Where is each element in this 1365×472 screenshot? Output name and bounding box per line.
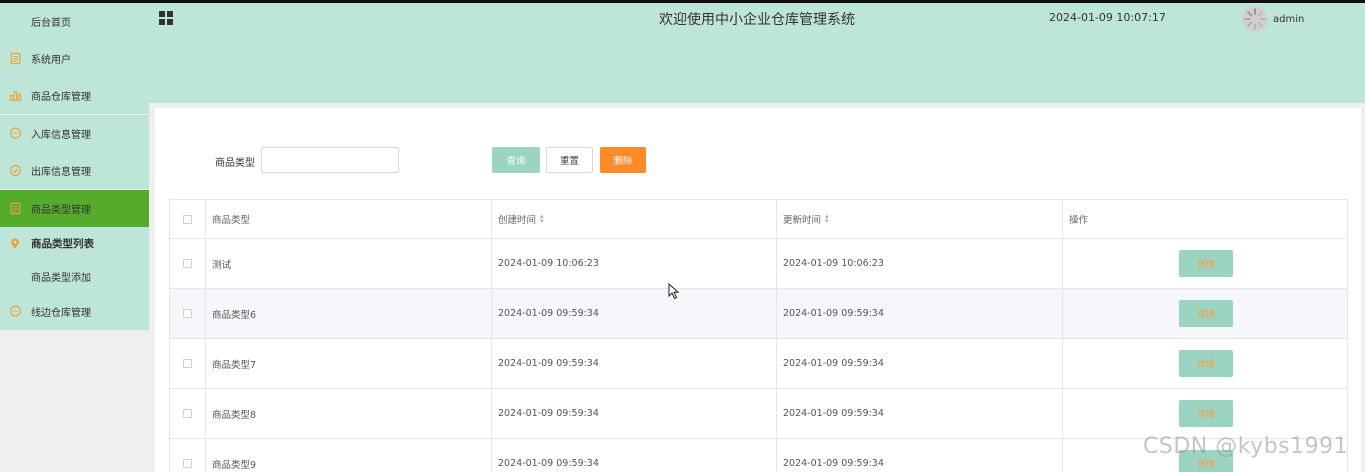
sidebar-item-label: 商品类型管理 <box>31 205 91 216</box>
detail-button[interactable]: 详情 <box>1179 300 1233 327</box>
created-cell: 2024-01-09 09:59:34 <box>492 339 777 388</box>
username[interactable]: admin <box>1273 14 1304 25</box>
check-circle-icon <box>8 164 22 178</box>
row-checkbox[interactable] <box>183 309 192 318</box>
action-cell: 详情 <box>1063 389 1347 438</box>
goods-type-table: 商品类型 创建时间 ▴ ▾ 更新时间 ▴ ▾ 操作 测试 2024-01-09 10:0… <box>169 199 1348 472</box>
action-cell: 详情 <box>1063 339 1347 388</box>
updated-cell: 2024-01-09 10:06:23 <box>777 239 1063 288</box>
reset-button[interactable]: 重置 <box>546 147 593 173</box>
row-checkbox[interactable] <box>183 259 192 268</box>
column-header-label: 商品类型 <box>212 215 251 226</box>
column-header-type: 商品类型 <box>206 200 492 238</box>
sidebar-item-dashboard[interactable]: 后台首页 <box>0 3 149 40</box>
type-cell: 商品类型9 <box>206 439 492 472</box>
mouse-cursor-icon <box>668 282 680 304</box>
bar-chart-icon <box>8 89 22 103</box>
column-header-actions: 操作 <box>1063 200 1347 238</box>
sidebar-item-system-users[interactable]: 系统用户 <box>0 40 149 77</box>
row-checkbox[interactable] <box>183 459 192 468</box>
row-select-cell <box>170 389 206 438</box>
table-row: 商品类型7 2024-01-09 09:59:34 2024-01-09 09:… <box>170 339 1347 389</box>
sidebar-item-label: 线边仓库管理 <box>31 308 91 319</box>
type-cell: 商品类型6 <box>206 289 492 338</box>
location-pin-icon <box>8 237 22 250</box>
detail-button[interactable]: 详情 <box>1179 250 1233 277</box>
select-all-checkbox[interactable] <box>183 214 192 224</box>
watermark: CSDN @kybs1991 <box>1143 434 1349 459</box>
header-datetime: 2024-01-09 10:07:17 <box>1049 11 1166 24</box>
created-cell: 2024-01-09 10:06:23 <box>492 239 777 288</box>
column-header-label: 操作 <box>1069 215 1089 226</box>
sidebar-item-goods-warehouse[interactable]: 商品仓库管理 <box>0 77 149 114</box>
main-panel: 商品类型 查询 重置 删除 商品类型 创建时间 ▴ ▾ 更新时间 ▴ ▾ 操作 测试 2… <box>155 108 1361 472</box>
document-icon <box>8 202 22 216</box>
row-select-cell <box>170 239 206 288</box>
table-row: 商品类型6 2024-01-09 09:59:34 2024-01-09 09:… <box>170 289 1347 339</box>
detail-button[interactable]: 详情 <box>1179 400 1233 427</box>
column-header-updated[interactable]: 更新时间 ▴ ▾ <box>777 200 1063 238</box>
document-icon <box>8 52 22 66</box>
query-button[interactable]: 查询 <box>492 147 540 173</box>
header: 欢迎使用中小企业仓库管理系统 2024-01-09 10:07:17 admin <box>149 3 1365 103</box>
column-header-label: 创建时间 <box>498 215 537 226</box>
sidebar-item-label: 商品仓库管理 <box>31 92 91 103</box>
updated-cell: 2024-01-09 09:59:34 <box>777 339 1063 388</box>
sidebar: 后台首页 系统用户 商品仓库管理 入库信息管理 出库信息管理 商品类型管理 商品… <box>0 3 149 472</box>
sidebar-item-label: 出库信息管理 <box>31 167 91 178</box>
sidebar-item-outbound[interactable]: 出库信息管理 <box>0 152 149 189</box>
chat-icon <box>8 305 22 319</box>
sidebar-item-goods-type[interactable]: 商品类型管理 <box>0 190 149 227</box>
select-all-cell <box>170 200 206 238</box>
type-cell: 商品类型7 <box>206 339 492 388</box>
sidebar-item-label: 系统用户 <box>31 55 71 66</box>
row-checkbox[interactable] <box>183 359 192 368</box>
app-title: 欢迎使用中小企业仓库管理系统 <box>659 12 855 28</box>
sort-icon[interactable]: ▴ ▾ <box>825 213 829 225</box>
sidebar-item-label: 入库信息管理 <box>31 130 91 141</box>
updated-cell: 2024-01-09 09:59:34 <box>777 439 1063 472</box>
chat-icon <box>8 127 22 141</box>
action-cell: 详情 <box>1063 239 1347 288</box>
column-header-created[interactable]: 创建时间 ▴ ▾ <box>492 200 777 238</box>
avatar[interactable] <box>1242 6 1268 32</box>
sidebar-subitem-goods-type-add[interactable]: 商品类型添加 <box>0 260 149 293</box>
sidebar-item-label: 商品类型列表 <box>31 238 94 250</box>
column-header-label: 更新时间 <box>783 215 822 226</box>
type-cell: 商品类型8 <box>206 389 492 438</box>
updated-cell: 2024-01-09 09:59:34 <box>777 289 1063 338</box>
created-cell: 2024-01-09 09:59:34 <box>492 439 777 472</box>
detail-button[interactable]: 详情 <box>1179 350 1233 377</box>
created-cell: 2024-01-09 09:59:34 <box>492 389 777 438</box>
table-header-row: 商品类型 创建时间 ▴ ▾ 更新时间 ▴ ▾ 操作 <box>170 200 1347 239</box>
delete-button[interactable]: 删除 <box>600 147 646 173</box>
sidebar-item-label: 后台首页 <box>31 18 71 29</box>
table-row: 测试 2024-01-09 10:06:23 2024-01-09 10:06:… <box>170 239 1347 289</box>
sidebar-subitem-goods-type-list[interactable]: 商品类型列表 <box>0 227 149 260</box>
goods-type-search-input[interactable] <box>261 147 399 173</box>
sidebar-item-line-warehouse[interactable]: 线边仓库管理 <box>0 293 149 330</box>
sidebar-item-label: 商品类型添加 <box>31 273 91 284</box>
sort-icon[interactable]: ▴ ▾ <box>540 213 544 225</box>
row-select-cell <box>170 289 206 338</box>
action-cell: 详情 <box>1063 289 1347 338</box>
updated-cell: 2024-01-09 09:59:34 <box>777 389 1063 438</box>
created-cell: 2024-01-09 09:59:34 <box>492 289 777 338</box>
row-select-cell <box>170 339 206 388</box>
type-cell: 测试 <box>206 239 492 288</box>
table-row: 商品类型8 2024-01-09 09:59:34 2024-01-09 09:… <box>170 389 1347 439</box>
sidebar-item-inbound[interactable]: 入库信息管理 <box>0 115 149 152</box>
row-select-cell <box>170 439 206 472</box>
filter-label: 商品类型 <box>215 158 255 169</box>
row-checkbox[interactable] <box>183 409 192 418</box>
